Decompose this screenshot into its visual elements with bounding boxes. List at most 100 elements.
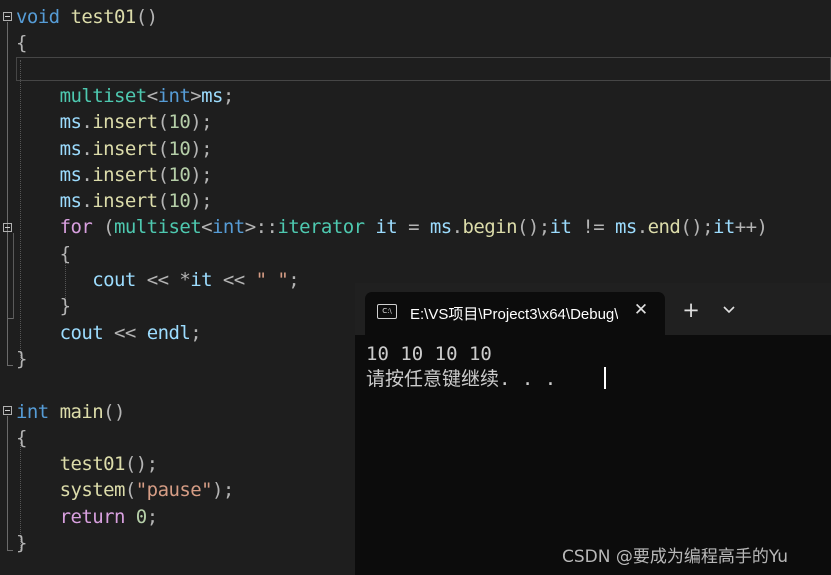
code-token: ); (190, 163, 213, 186)
code-token: 10 (168, 190, 191, 213)
code-token: = (408, 216, 419, 239)
code-line[interactable]: { (16, 425, 27, 451)
current-line-highlight (16, 57, 831, 81)
code-token: } (16, 347, 27, 370)
code-token: (); (680, 216, 713, 239)
code-token: > (190, 84, 202, 107)
terminal-tab[interactable]: C:\ E:\VS项目\Project3\x64\Debug\Project3.… (365, 292, 665, 335)
code-line[interactable]: cout << *it << " "; (16, 267, 299, 293)
code-token: << (114, 321, 136, 344)
code-line[interactable]: ms.insert(10); (16, 109, 213, 135)
code-token: ms (59, 163, 82, 186)
code-line[interactable]: ms.insert(10); (16, 136, 213, 162)
code-token: < (146, 84, 158, 107)
collapse-test01-icon[interactable] (3, 12, 12, 21)
code-line[interactable]: { (16, 30, 27, 56)
code-line[interactable]: system("pause"); (16, 477, 235, 503)
code-token: iterator (277, 216, 365, 239)
code-token: cout (59, 321, 104, 344)
code-token: 10 (168, 137, 191, 160)
terminal-tab-title: E:\VS项目\Project3\x64\Debug\Project3.exe (410, 306, 618, 323)
code-token: 10 (168, 111, 191, 134)
code-token: ); (212, 479, 234, 502)
outline-bar-main-end (7, 550, 13, 551)
code-token: it (375, 216, 398, 239)
code-line[interactable]: cout << endl; (16, 320, 202, 346)
code-token: int (16, 400, 49, 423)
code-line[interactable]: for (multiset<int>::iterator it = ms.beg… (16, 214, 768, 240)
code-token: () (103, 400, 125, 423)
chevron-down-icon[interactable] (719, 300, 739, 320)
code-token: } (16, 532, 27, 554)
code-token: for (59, 216, 93, 239)
code-line[interactable]: } (16, 530, 27, 556)
code-token: cout (92, 269, 136, 291)
code-line[interactable]: ms.insert(10); (16, 162, 213, 188)
code-token: ( (157, 111, 169, 134)
code-token: " " (255, 269, 289, 291)
code-line[interactable]: multiset<int>ms; (16, 83, 235, 109)
code-line[interactable]: test01(); (16, 451, 159, 477)
console-icon: C:\ (377, 304, 397, 319)
code-token: 0 (135, 505, 147, 528)
terminal-cursor (604, 367, 606, 389)
code-line[interactable]: int main() (16, 399, 125, 425)
code-token: ms (59, 137, 82, 160)
code-token: < (201, 216, 213, 239)
new-tab-button[interactable]: + (679, 298, 703, 322)
code-line[interactable]: } (16, 346, 27, 372)
code-line[interactable]: void test01() (16, 4, 158, 30)
code-line[interactable]: return 0; (16, 504, 159, 530)
code-token: ); (190, 111, 213, 134)
code-token: return (59, 505, 126, 528)
code-token: . (81, 163, 93, 186)
code-token: endl (146, 321, 191, 344)
code-token: insert (92, 163, 158, 186)
collapse-main-icon[interactable] (3, 406, 12, 415)
code-token: . (636, 216, 648, 239)
code-token: (); (124, 453, 158, 476)
code-token: it (713, 216, 735, 239)
code-token: } (59, 295, 71, 318)
outline-bar-for (13, 233, 14, 319)
collapse-for-loop-icon[interactable] (3, 223, 12, 232)
code-token: system (59, 479, 126, 502)
code-token: end (647, 216, 681, 239)
code-token: insert (92, 137, 158, 160)
terminal-window[interactable]: C:\ E:\VS项目\Project3\x64\Debug\Project3.… (355, 283, 831, 575)
code-token: ( (157, 163, 169, 186)
close-tab-icon[interactable]: ✕ (630, 299, 652, 321)
code-line[interactable]: } (16, 293, 71, 319)
code-line[interactable]: ms.insert(10); (16, 188, 213, 214)
code-token: (); (516, 216, 550, 239)
code-token: ( (103, 216, 115, 239)
code-line[interactable]: { (16, 241, 71, 267)
outline-bar-test01 (7, 22, 8, 366)
code-token: ms (614, 216, 637, 239)
code-token: it (190, 269, 213, 291)
code-token: insert (92, 111, 158, 134)
code-token: int (157, 84, 191, 107)
code-token: ms (429, 216, 452, 239)
code-token: it (549, 216, 572, 239)
